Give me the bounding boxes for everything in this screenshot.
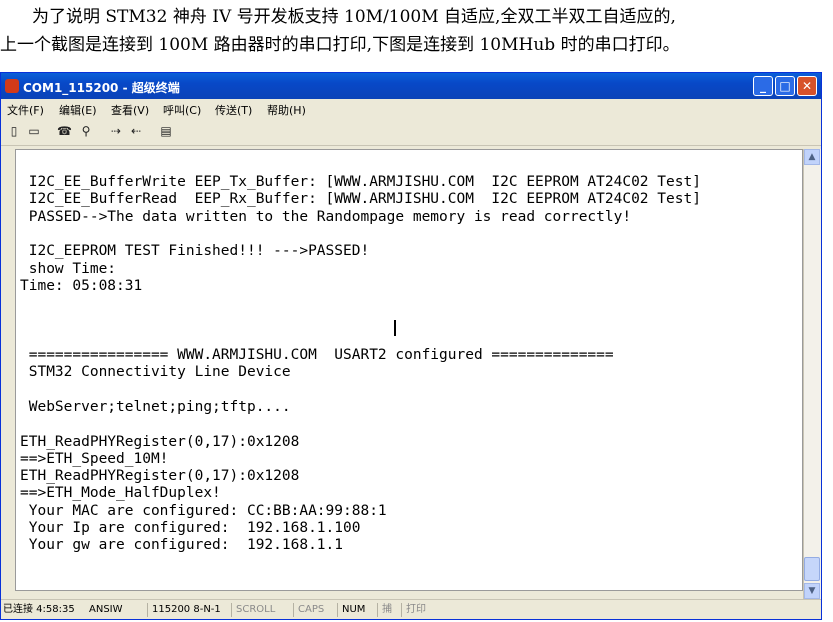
terminal-line: I2C_EE_BufferRead EEP_Rx_Buffer: [WWW.AR… [20,191,701,208]
menu-file[interactable]: 文件(F) [7,102,44,118]
terminal-output[interactable]: I2C_EE_BufferWrite EEP_Tx_Buffer: [WWW.A… [15,149,803,591]
scroll-down-icon[interactable]: ▼ [804,583,820,599]
document-line-2: 上一个截图是连接到 100M 路由器时的串口打印,下图是连接到 10MHub 时… [0,35,680,55]
hyperterminal-app-icon [5,79,19,93]
send-icon[interactable]: ⇢ [109,124,123,138]
title-bar[interactable]: COM1_115200 - 超级终端 _ □ ✕ [1,73,821,99]
hyperterminal-window: COM1_115200 - 超级终端 _ □ ✕ 文件(F) 编辑(E) 查看(… [0,72,822,620]
menu-edit[interactable]: 编辑(E) [59,102,97,118]
call-icon[interactable]: ☎ [57,124,72,138]
toolbar: ▯ ▭ ☎ ⚲ ⇢ ⇠ ▤ [1,119,821,146]
minimize-button[interactable]: _ [753,76,773,96]
status-num: NUM [337,603,365,617]
terminal-line: ================ WWW.ARMJISHU.COM USART2… [20,347,614,363]
text-cursor [394,320,396,336]
terminal-line: Your Ip are configured: 192.168.1.100 [20,520,361,536]
terminal-line: ==>ETH_Mode_HalfDuplex! [20,485,221,502]
terminal-line: Time: 05:08:31 [20,277,143,294]
scroll-up-icon[interactable]: ▲ [804,149,820,165]
terminal-line: show Time: [20,260,117,277]
terminal-line: Your gw are configured: 192.168.1.1 [20,537,344,554]
scroll-thumb[interactable] [804,557,820,581]
terminal-line: I2C_EE_BufferWrite EEP_Tx_Buffer: [WWW.A… [20,174,701,190]
terminal-line: I2C_EEPROM TEST Finished!!! --->PASSED! [20,243,370,260]
terminal-line: WebServer;telnet;ping;tftp.... [20,398,291,415]
terminal-line: ==>ETH_Speed_10M! [20,450,169,467]
maximize-button[interactable]: □ [775,76,795,96]
menu-call[interactable]: 呼叫(C) [163,102,201,118]
status-port-settings: 115200 8-N-1 [147,603,221,617]
status-caps: CAPS [293,603,324,617]
disconnect-icon[interactable]: ⚲ [79,124,93,138]
menu-view[interactable]: 查看(V) [111,102,149,118]
window-title: COM1_115200 - 超级终端 [23,81,180,95]
menu-bar: 文件(F) 编辑(E) 查看(V) 呼叫(C) 传送(T) 帮助(H) [1,99,821,119]
close-button[interactable]: ✕ [797,76,817,96]
terminal-line: STM32 Connectivity Line Device [20,364,291,381]
terminal-line: ETH_ReadPHYRegister(0,17):0x1208 [20,433,300,450]
menu-transfer[interactable]: 传送(T) [215,102,252,118]
terminal-line: PASSED-->The data written to the Randomp… [20,208,632,225]
status-scroll: SCROLL [231,603,275,617]
terminal-line: ETH_ReadPHYRegister(0,17):0x1208 [20,468,300,485]
status-capture: 捕 [377,603,392,617]
receive-icon[interactable]: ⇠ [129,124,143,138]
status-connection: 已连接 4:58:35 [3,604,75,615]
status-print: 打印 [401,603,426,617]
document-line-1: 为了说明 STM32 神舟 IV 号开发板支持 10M/100M 自适应,全双工… [32,7,676,27]
status-emulation: ANSIW [89,604,123,615]
vertical-scrollbar[interactable]: ▲ ▼ [803,149,821,599]
terminal-line: Your MAC are configured: CC:BB:AA:99:88:… [20,502,387,519]
menu-help[interactable]: 帮助(H) [267,102,306,118]
properties-icon[interactable]: ▤ [159,124,173,138]
open-icon[interactable]: ▭ [27,124,41,138]
status-bar: 已连接 4:58:35 ANSIW 115200 8-N-1 SCROLL CA… [1,599,821,620]
new-icon[interactable]: ▯ [7,124,21,138]
